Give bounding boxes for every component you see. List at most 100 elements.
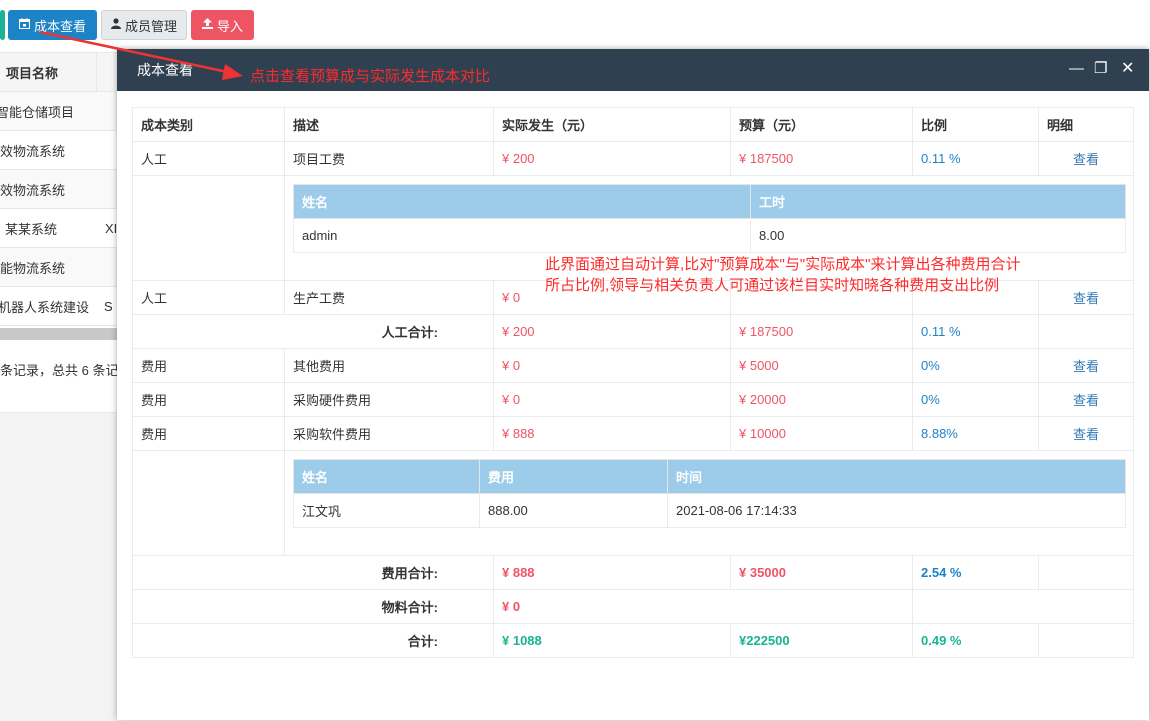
view-detail-link[interactable]: 查看 [1038,416,1134,451]
table-row: 费用 其他费用 ¥ 0 ¥ 5000 0% 查看 [132,348,1134,383]
grand-total-row: 合计: ¥ 1088 ¥222500 0.49 % [132,623,1134,658]
project-name-cell: 智能物流系统 [0,260,66,276]
expense-total-text: 费用合计: [381,566,438,581]
sub-name-header: 姓名 [293,184,751,219]
material-total-label: 物料合计: [132,589,494,624]
project-name-header-label: 项目名称 [6,65,59,81]
cost-view-label: 成本查看 [33,18,86,34]
project-name-cell: 智能仓储项目 [0,104,75,120]
description-cell: 生产工费 [284,280,494,315]
labor-detail-table: 姓名 工时 admin 8.00 [293,184,1126,253]
category-cell: 人工 [132,141,285,176]
category-cell: 费用 [132,416,285,451]
annotation-line-2: 所占比例,领导与相关负责人可通过该栏目实时知晓各种费用支出比例 [545,277,1000,294]
description-cell: 采购软件费用 [284,416,494,451]
description-header: 描述 [284,107,494,142]
column-divider [96,53,97,91]
project-name-cell: 高效物流系统 [0,182,66,198]
sub-name-cell: 江文巩 [293,493,480,528]
ratio-cell: 0% [912,348,1039,383]
cost-view-button[interactable]: 成本查看 [8,10,97,40]
grand-total-label: 合计: [132,623,494,658]
budget-cell: ¥ 5000 [730,348,913,383]
budget-header: 预算（元） [730,107,913,142]
cost-table: 成本类别 描述 实际发生（元） 预算（元） 比例 明细 人工 项目工费 ¥ 20… [132,107,1134,658]
software-detail-row: 姓名 费用 时间 江文巩 888.00 2021-08-06 17:14:33 [132,450,1134,556]
user-icon [110,18,121,32]
view-detail-link[interactable]: 查看 [1038,382,1134,417]
annotation-arrow-note: 点击查看预算成与实际发生成本对比 [250,68,491,85]
ratio-cell: 8.88% [912,416,1039,451]
cost-table-header: 成本类别 描述 实际发生（元） 预算（元） 比例 明细 [132,107,1134,142]
empty-cell [132,175,285,281]
horizontal-scrollbar[interactable] [0,328,117,340]
sub-time-cell: 2021-08-06 17:14:33 [667,493,1126,528]
description-cell: 项目工费 [284,141,494,176]
empty-cell [1038,623,1134,658]
upload-icon [201,18,213,32]
ratio-cell: 0% [912,382,1039,417]
software-detail-cell: 姓名 费用 时间 江文巩 888.00 2021-08-06 17:14:33 [284,450,1134,556]
pagination-info: 条记录，总共 6 条记录 [0,363,117,378]
page-footer-area [0,412,117,721]
description-cell: 其他费用 [284,348,494,383]
project-name-cell: 机器人系统建设 [0,299,90,315]
labor-total-ratio: 0.11 % [912,314,1039,349]
view-detail-link[interactable]: 查看 [1038,141,1134,176]
table-row: 江文巩 888.00 2021-08-06 17:14:33 [293,493,1126,528]
category-header: 成本类别 [132,107,285,142]
description-cell: 采购硬件费用 [284,382,494,417]
actual-cell: ¥ 0 [493,382,731,417]
expense-total-actual: ¥ 888 [493,555,731,590]
import-button[interactable]: 导入 [191,10,254,40]
labor-total-actual: ¥ 200 [493,314,731,349]
empty-cell [1038,314,1134,349]
actual-cell: ¥ 200 [493,141,731,176]
project-name-cell: 高效物流系统 [0,143,66,159]
category-cell: 费用 [132,348,285,383]
budget-cell: ¥ 10000 [730,416,913,451]
labor-total-text: 人工合计: [381,325,438,340]
table-row: 费用 采购软件费用 ¥ 888 ¥ 10000 8.88% 查看 [132,416,1134,451]
actual-cell: ¥ 888 [493,416,731,451]
annotation-line-1: 此界面通过自动计算,比对"预算成本"与"实际成本"来计算出各种费用合计 [545,256,1021,273]
ratio-header: 比例 [912,107,1039,142]
close-icon[interactable]: ✕ [1121,61,1134,77]
import-label: 导入 [216,18,243,34]
member-management-button[interactable]: 成员管理 [101,10,187,40]
calendar-icon [18,18,30,32]
cost-view-modal: 成本查看 — ❐ ✕ 成本类别 描述 实际发生（元） 预算（元） 比例 明细 人… [117,49,1149,720]
table-row: 费用 采购硬件费用 ¥ 0 ¥ 20000 0% 查看 [132,382,1134,417]
sub-name-cell: admin [293,218,751,253]
material-total-row: 物料合计: ¥ 0 [132,589,1134,624]
actual-cell: ¥ 0 [493,348,731,383]
sub-hours-cell: 8.00 [750,218,1126,253]
empty-cell [912,589,1134,624]
sub-cost-header: 费用 [479,459,668,494]
maximize-icon[interactable]: ❐ [1094,61,1107,77]
empty-cell [132,450,285,556]
category-cell: 费用 [132,382,285,417]
detail-header: 明细 [1038,107,1134,142]
project-name-cell: 某某系统 [5,221,58,237]
sub-hours-header: 工时 [750,184,1126,219]
labor-total-label: 人工合计: [132,314,494,349]
grand-total-budget: ¥222500 [730,623,913,658]
toolbar-green-button[interactable] [0,10,5,40]
member-management-label: 成员管理 [124,18,177,34]
category-cell: 人工 [132,280,285,315]
expense-total-row: 费用合计: ¥ 888 ¥ 35000 2.54 % [132,555,1134,590]
sub-time-header: 时间 [667,459,1126,494]
minimize-icon[interactable]: — [1069,61,1084,77]
grand-total-text: 合计: [407,634,438,649]
expense-total-label: 费用合计: [132,555,494,590]
grand-total-actual: ¥ 1088 [493,623,731,658]
sub-name-header: 姓名 [293,459,480,494]
labor-total-budget: ¥ 187500 [730,314,913,349]
view-detail-link[interactable]: 查看 [1038,348,1134,383]
annotation-page-note: 此界面通过自动计算,比对"预算成本"与"实际成本"来计算出各种费用合计 所占比例… [545,254,1105,296]
expense-total-ratio: 2.54 % [912,555,1039,590]
actual-header: 实际发生（元） [493,107,731,142]
expense-total-budget: ¥ 35000 [730,555,913,590]
table-row: admin 8.00 [293,218,1126,253]
